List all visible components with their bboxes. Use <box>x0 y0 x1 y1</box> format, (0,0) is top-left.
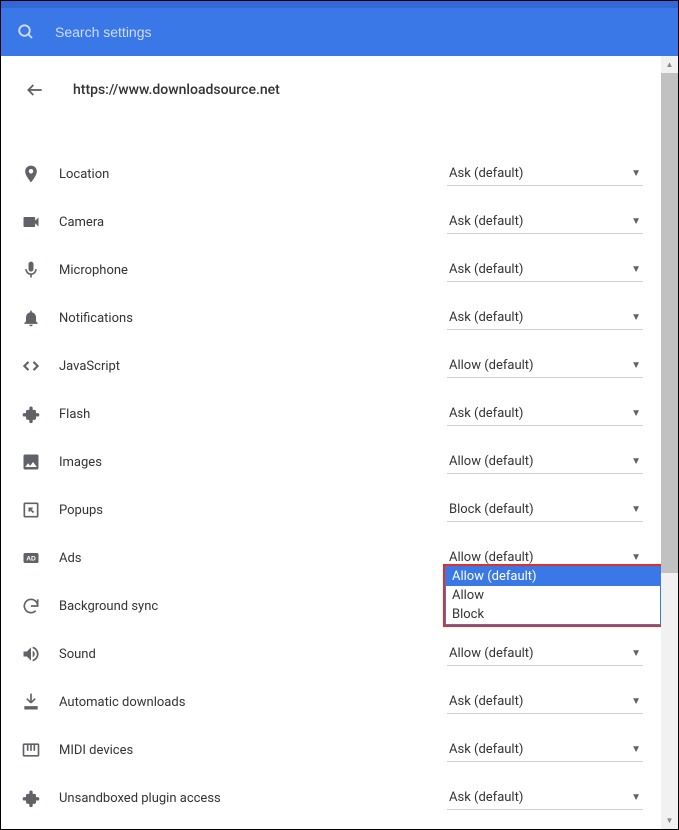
setting-label: JavaScript <box>59 359 447 374</box>
camera-icon <box>19 210 43 234</box>
image-icon <box>19 450 43 474</box>
chevron-down-icon: ▼ <box>631 504 641 515</box>
microphone-icon <box>19 258 43 282</box>
setting-row-unsandboxed-plugin-access: Unsandboxed plugin accessAsk (default) ▼ <box>19 774 643 822</box>
setting-row-popups: PopupsBlock (default) ▼ <box>19 486 643 534</box>
scrollbar-down-icon[interactable]: ▼ <box>661 812 678 829</box>
chevron-down-icon: ▼ <box>631 408 641 419</box>
bell-icon <box>19 306 43 330</box>
setting-row-flash: FlashAsk (default) ▼ <box>19 390 643 438</box>
sound-icon <box>19 642 43 666</box>
chevron-down-icon: ▼ <box>631 216 641 227</box>
dropdown-value: Ask (default) <box>449 742 523 757</box>
svg-text:AD: AD <box>26 556 36 563</box>
chevron-down-icon: ▼ <box>631 696 641 707</box>
setting-label: Background sync <box>59 599 447 614</box>
setting-label: Location <box>59 167 447 182</box>
chevron-down-icon: ▼ <box>631 360 641 371</box>
setting-label: Images <box>59 455 447 470</box>
dropdown-microphone[interactable]: Ask (default) ▼ <box>447 258 643 282</box>
dropdown-option[interactable]: Allow (default) <box>446 567 660 586</box>
dropdown-value: Block (default) <box>449 502 534 517</box>
setting-row-camera: CameraAsk (default) ▼ <box>19 198 643 246</box>
chevron-down-icon: ▼ <box>631 792 641 803</box>
dropdown-value: Ask (default) <box>449 310 523 325</box>
chevron-down-icon: ▼ <box>631 744 641 755</box>
dropdown-javascript[interactable]: Allow (default) ▼ <box>447 354 643 378</box>
dropdown-value: Allow (default) <box>449 550 534 565</box>
chevron-down-icon: ▼ <box>631 264 641 275</box>
dropdown-popups[interactable]: Block (default) ▼ <box>447 498 643 522</box>
dropdown-option[interactable]: Allow <box>446 586 660 605</box>
dropdown-midi-devices[interactable]: Ask (default) ▼ <box>447 738 643 762</box>
chevron-down-icon: ▼ <box>631 648 641 659</box>
dropdown-value: Ask (default) <box>449 166 523 181</box>
dropdown-option[interactable]: Block <box>446 605 660 624</box>
dropdown-flash[interactable]: Ask (default) ▼ <box>447 402 643 426</box>
chevron-down-icon: ▼ <box>631 312 641 323</box>
settings-list: LocationAsk (default)▼CameraAsk (default… <box>1 110 661 822</box>
dropdown-value: Allow (default) <box>449 358 534 373</box>
code-icon <box>19 354 43 378</box>
search-bar <box>1 8 678 56</box>
setting-label: Popups <box>59 503 447 518</box>
popup-icon <box>19 498 43 522</box>
dropdown-value: Ask (default) <box>449 790 523 805</box>
setting-row-midi-devices: MIDI devicesAsk (default) ▼ <box>19 726 643 774</box>
puzzle-icon <box>19 402 43 426</box>
dropdown-automatic-downloads[interactable]: Ask (default) ▼ <box>447 690 643 714</box>
setting-label: Unsandboxed plugin access <box>59 791 447 806</box>
puzzle-icon <box>19 786 43 810</box>
dropdown-unsandboxed-plugin-access[interactable]: Ask (default) ▼ <box>447 786 643 810</box>
setting-label: Microphone <box>59 263 447 278</box>
setting-label: Ads <box>59 551 447 566</box>
dropdown-value: Allow (default) <box>449 454 534 469</box>
setting-row-notifications: NotificationsAsk (default) ▼ <box>19 294 643 342</box>
dropdown-value: Allow (default) <box>449 646 534 661</box>
setting-row-location: LocationAsk (default) ▼ <box>19 150 643 198</box>
dropdown-value: Ask (default) <box>449 406 523 421</box>
setting-row-automatic-downloads: Automatic downloadsAsk (default) ▼ <box>19 678 643 726</box>
dropdown-images[interactable]: Allow (default) ▼ <box>447 450 643 474</box>
setting-label: Camera <box>59 215 447 230</box>
dropdown-value: Ask (default) <box>449 214 523 229</box>
setting-label: Notifications <box>59 311 447 326</box>
search-icon <box>17 23 35 41</box>
setting-row-javascript: JavaScriptAllow (default) ▼ <box>19 342 643 390</box>
download-icon <box>19 690 43 714</box>
setting-row-images: ImagesAllow (default) ▼ <box>19 438 643 486</box>
page-title: https://www.downloadsource.net <box>73 82 280 98</box>
dropdown-camera[interactable]: Ask (default) ▼ <box>447 210 643 234</box>
setting-row-sound: SoundAllow (default) ▼ <box>19 630 643 678</box>
scrollbar-thumb[interactable] <box>661 73 678 573</box>
chevron-down-icon: ▼ <box>631 456 641 467</box>
page-header: https://www.downloadsource.net <box>1 56 661 110</box>
setting-row-ads: ADAdsAllow (default)▼Allow (default)Allo… <box>19 534 643 582</box>
location-icon <box>19 162 43 186</box>
dropdown-value: Ask (default) <box>449 262 523 277</box>
sync-icon <box>19 594 43 618</box>
dropdown-location[interactable]: Ask (default) ▼ <box>447 162 643 186</box>
top-accent-bar <box>1 1 678 8</box>
chevron-down-icon: ▼ <box>631 552 641 563</box>
setting-label: Flash <box>59 407 447 422</box>
dropdown-menu-ads: Allow (default)AllowBlock <box>445 566 661 625</box>
scrollbar-up-icon[interactable]: ▲ <box>661 56 678 73</box>
dropdown-notifications[interactable]: Ask (default) ▼ <box>447 306 643 330</box>
setting-label: MIDI devices <box>59 743 447 758</box>
chevron-down-icon: ▼ <box>631 168 641 179</box>
setting-label: Automatic downloads <box>59 695 447 710</box>
setting-label: Sound <box>59 647 447 662</box>
dropdown-sound[interactable]: Allow (default) ▼ <box>447 642 643 666</box>
back-arrow-icon[interactable] <box>25 80 45 100</box>
search-input[interactable] <box>55 24 662 40</box>
ad-icon: AD <box>19 546 43 570</box>
dropdown-value: Ask (default) <box>449 694 523 709</box>
scrollbar[interactable]: ▲ ▼ <box>661 56 678 829</box>
setting-row-microphone: MicrophoneAsk (default) ▼ <box>19 246 643 294</box>
midi-icon <box>19 738 43 762</box>
dropdown-ads[interactable]: Allow (default)▼Allow (default)AllowBloc… <box>447 546 643 570</box>
